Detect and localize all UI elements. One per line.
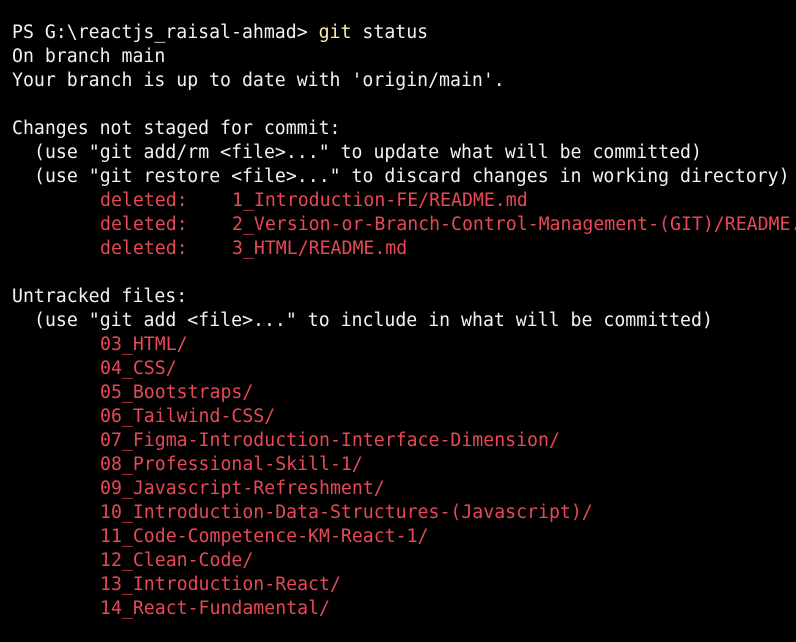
prompt-path: PS G:\reactjs_raisal-ahmad> <box>12 22 319 43</box>
untracked-file: 05_Bootstraps/ <box>100 382 254 403</box>
deleted-file-row: deleted: 2_Version-or-Branch-Control-Mana… <box>12 213 796 237</box>
branch-line: On branch main <box>12 46 166 67</box>
file-path: 3_HTML/README.md <box>232 238 408 259</box>
untracked-file: 07_Figma-Introduction-Interface-Dimensio… <box>100 430 560 451</box>
untracked-file: 03_HTML/ <box>100 334 188 355</box>
untracked-header: Untracked files: <box>12 286 188 307</box>
untracked-file: 10_Introduction-Data-Structures-(Javascr… <box>100 502 593 523</box>
hint-line: (use "git restore <file>..." to discard … <box>34 166 790 187</box>
command-args: status <box>351 22 429 43</box>
hint-line: (use "git add <file>..." to include in w… <box>34 310 713 331</box>
untracked-file: 11_Code-Competence-KM-React-1/ <box>100 526 429 547</box>
not-staged-header: Changes not staged for commit: <box>12 118 341 139</box>
file-status: deleted: <box>100 214 188 235</box>
hint-line: (use "git add/rm <file>..." to update wh… <box>34 142 702 163</box>
prompt-line: PS G:\reactjs_raisal-ahmad> git status <box>12 21 796 45</box>
untracked-file: 14_React-Fundamental/ <box>100 598 330 619</box>
deleted-file-row: deleted: 3_HTML/README.md <box>12 237 796 261</box>
deleted-file-row: deleted: 1_Introduction-FE/README.md <box>12 189 796 213</box>
untracked-file: 09_Javascript-Refreshment/ <box>100 478 385 499</box>
file-status: deleted: <box>100 190 188 211</box>
file-path: 2_Version-or-Branch-Control-Management-(… <box>232 214 796 235</box>
untracked-file: 06_Tailwind-CSS/ <box>100 406 276 427</box>
uptodate-line: Your branch is up to date with 'origin/m… <box>12 70 505 91</box>
untracked-file: 04_CSS/ <box>100 358 177 379</box>
untracked-file: 08_Professional-Skill-1/ <box>100 454 363 475</box>
untracked-file: 13_Introduction-React/ <box>100 574 341 595</box>
file-path: 1_Introduction-FE/README.md <box>232 190 528 211</box>
terminal-output[interactable]: PS G:\reactjs_raisal-ahmad> git status O… <box>12 21 796 621</box>
untracked-file: 12_Clean-Code/ <box>100 550 254 571</box>
command-name: git <box>318 22 352 43</box>
file-status: deleted: <box>100 238 188 259</box>
